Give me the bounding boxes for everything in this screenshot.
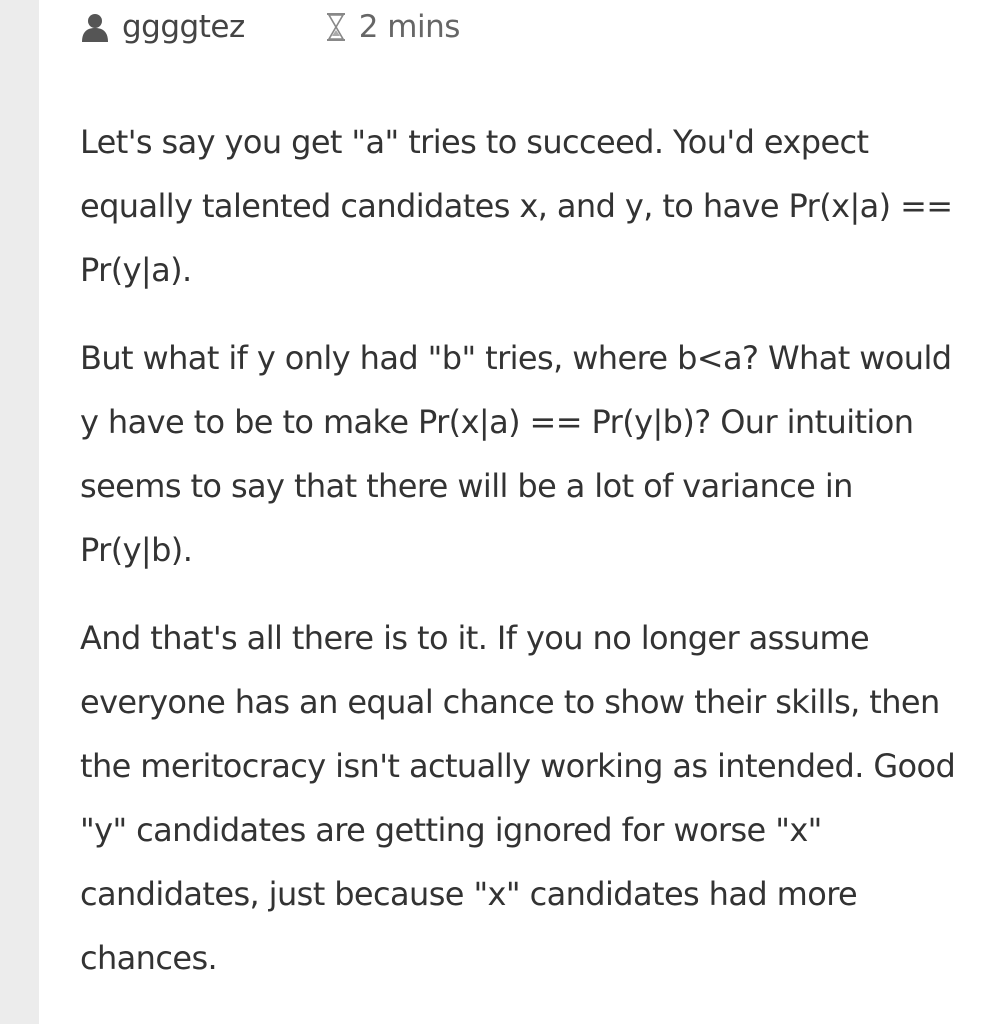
user-icon bbox=[80, 12, 110, 42]
timestamp: 2 mins bbox=[325, 9, 460, 45]
comment-paragraph-2: But what if y only had "b" tries, where … bbox=[80, 339, 952, 569]
timestamp-text: 2 mins bbox=[358, 9, 461, 45]
left-rail bbox=[0, 0, 39, 1024]
comment-paragraph-3: And that's all there is to it. If you no… bbox=[80, 619, 956, 977]
comment-page: ggggtez 2 mins Let's say you get "a" tri… bbox=[0, 0, 994, 1024]
comment-meta: ggggtez 2 mins bbox=[80, 6, 960, 48]
comment-paragraph-1: Let's say you get "a" tries to succeed. … bbox=[80, 123, 953, 289]
author-name[interactable]: ggggtez bbox=[122, 9, 245, 45]
hourglass-icon bbox=[325, 12, 347, 42]
comment-body: Let's say you get "a" tries to succeed. … bbox=[80, 110, 960, 1014]
author[interactable]: ggggtez bbox=[80, 9, 245, 45]
